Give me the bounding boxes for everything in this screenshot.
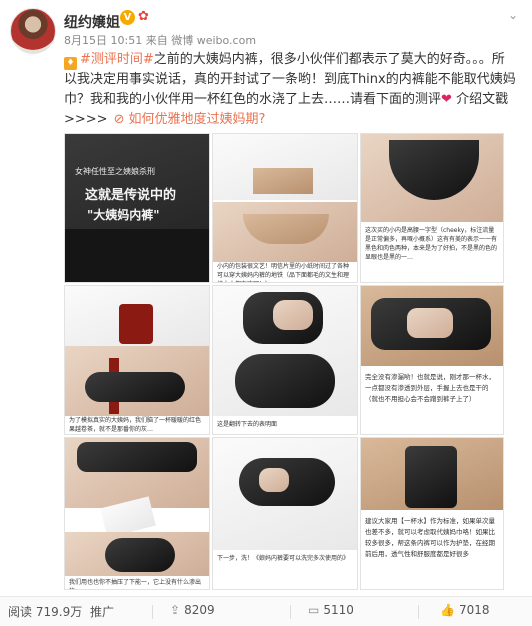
hashtag-link[interactable]: #测评时间# xyxy=(80,52,154,67)
divider xyxy=(418,605,419,619)
promote-button[interactable]: 推广 xyxy=(90,603,114,620)
image-wet-towel[interactable]: 我们用也也你不抽压了下能一，它上没有什么渗出的… xyxy=(64,437,210,590)
image-underwear-flat[interactable]: 这次买的小内是高腰一字型（cheeky，标注流量是正常偏多，再嘅小概系）这有有美… xyxy=(360,133,504,283)
read-label: 阅读 xyxy=(8,605,33,619)
avatar[interactable] xyxy=(10,8,56,54)
heart-icon: ❤ xyxy=(441,92,452,107)
comment-count: 5110 xyxy=(323,603,354,617)
image-caption: 我们用也也你不抽压了下能一，它上没有什么渗出的… xyxy=(69,579,202,589)
chalkboard-line-2: 这就是传说中的 xyxy=(85,188,177,203)
read-count: 阅读 719.9万 xyxy=(8,603,82,620)
link-icon: ⊘ xyxy=(113,112,125,127)
author-name[interactable]: 纽约嬢姐 xyxy=(64,12,120,32)
chevron-down-icon[interactable]: ⌄ xyxy=(508,8,518,22)
chalkboard-line-1: 女神任性至之姨娘杀刑 xyxy=(75,167,155,176)
comment-button[interactable]: ▭ 5110 xyxy=(308,603,354,617)
weibo-post: 纽约嬢姐 V ✿ ⌄ 8月15日 10:51 来自 微博 weibo.com ♦… xyxy=(0,0,532,626)
divider xyxy=(290,605,291,619)
like-button[interactable]: 👍 7018 xyxy=(440,603,490,617)
post-meta: 8月15日 10:51 来自 微博 weibo.com xyxy=(64,32,256,48)
image-mirror-check[interactable]: 完全没有渗漏哟！也就是说，刚才那一杯水，一点都没有渗透到外层，手握上去也是干的（… xyxy=(360,285,504,435)
image-unboxing[interactable]: 小内的包装很文艺！明信片里的小纸时间过了各种可以穿大姨妈内裤的地铁（品下面都毛的… xyxy=(212,133,358,283)
like-count: 7018 xyxy=(458,603,490,617)
image-caption: 下一步，洗！《娘妈内裤要可以洗完多次使用的》 xyxy=(217,555,350,562)
image-water-basin[interactable]: 下一步，洗！《娘妈内裤要可以洗完多次使用的》 xyxy=(212,437,358,590)
source-prefix: 来自 xyxy=(145,34,168,47)
image-pour-red[interactable]: 为了模拟真实的大姨妈，我们脑了一杯暖暖的红色果越卷茶，就不是那番你的灰… xyxy=(64,285,210,435)
image-closet[interactable]: 建议大家用【一杯水】作为标准，如果单次量也差不多，就可以考虑取代姨妈巾咯！如果比… xyxy=(360,437,504,590)
image-caption: 这是翻转下去的表明面 xyxy=(217,421,278,428)
image-caption: 这次买的小内是高腰一字型（cheeky，标注流量是正常偏多，再嘅小概系）这有有美… xyxy=(365,227,498,261)
verified-badge-icon: V xyxy=(120,10,135,25)
thumbs-up-icon: 👍 xyxy=(440,603,455,617)
image-caption: 建议大家用【一杯水】作为标准，如果单次量也差不多，就可以考虑取代姨妈巾咯！如果比… xyxy=(365,517,495,558)
gift-icon: ✿ xyxy=(138,9,149,24)
read-count-value: 719.9万 xyxy=(35,605,83,619)
share-count: 8209 xyxy=(184,603,215,617)
divider xyxy=(152,605,153,619)
image-caption: 小内的包装很文艺！明信片里的小纸时间过了各种可以穿大姨妈内裤的地铁（品下面都毛的… xyxy=(217,263,350,282)
post-source[interactable]: 微博 weibo.com xyxy=(171,34,256,47)
action-bar: 阅读 719.9万 推广 ⇪ 8209 ▭ 5110 👍 7018 xyxy=(0,596,532,626)
share-icon: ⇪ xyxy=(170,603,181,617)
chalkboard-line-3: "大姨妈内裤" xyxy=(87,208,160,222)
post-time[interactable]: 8月15日 10:51 xyxy=(64,34,142,47)
promote-label: 推广 xyxy=(90,605,115,619)
photo-grid: 女神任性至之姨娘杀刑 这就是传说中的 "大姨妈内裤" 小内的包装很文艺！明信片里… xyxy=(64,133,504,590)
share-button[interactable]: ⇪ 8209 xyxy=(170,603,215,617)
image-caption: 为了模拟真实的大姨妈，我们脑了一杯暖暖的红色果越卷茶，就不是那番你的灰… xyxy=(69,417,202,433)
lightbulb-icon: ♦ xyxy=(64,57,77,70)
comment-icon: ▭ xyxy=(308,603,320,617)
post-content: ♦ #测评时间#之前的大姨妈内裤，很多小伙伴们都表示了莫大的好奇。。。所以我决定用… xyxy=(64,50,516,130)
image-chalkboard[interactable]: 女神任性至之姨娘杀刑 这就是传说中的 "大姨妈内裤" xyxy=(64,133,210,283)
article-link[interactable]: 如何优雅地度过姨妈期? xyxy=(128,112,265,127)
image-flip-hands[interactable]: 这是翻转下去的表明面 xyxy=(212,285,358,435)
image-caption: 完全没有渗漏哟！也就是说，刚才那一杯水，一点都没有渗透到外层，手握上去也是干的（… xyxy=(365,373,495,403)
